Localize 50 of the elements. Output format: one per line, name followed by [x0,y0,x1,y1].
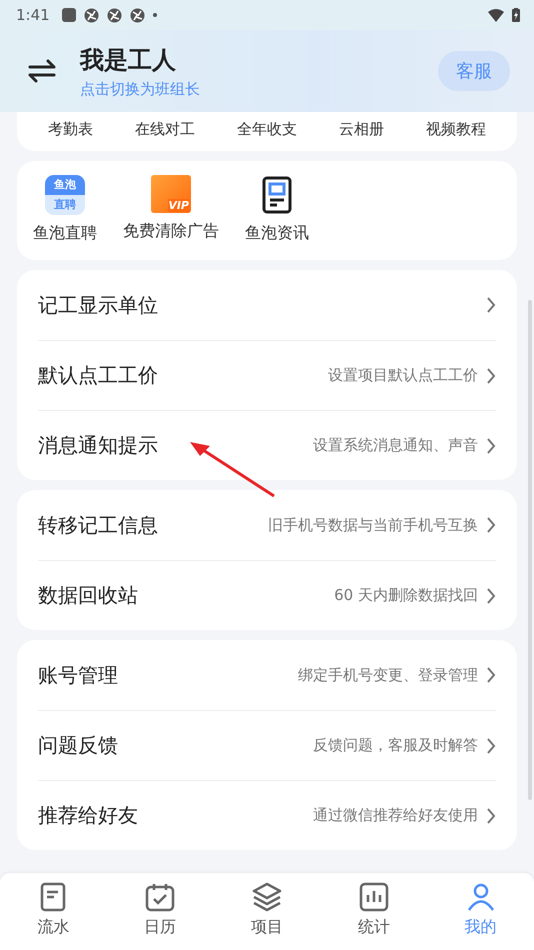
service-label[interactable]: 鱼泡直聘 [33,223,97,244]
calendar-icon [144,881,176,913]
aperture-icon [130,8,145,22]
chevron-right-icon [486,366,496,384]
setting-label[interactable]: 问题反馈 [38,732,118,759]
tab[interactable]: 项目 [244,873,289,950]
chevron-right-icon [486,666,496,684]
icon-text: 直聘 [53,197,77,213]
tool-label[interactable]: 云相册 [339,120,384,139]
setting-hint: 绑定手机号变更、登录管理 [298,666,478,684]
layers-icon [250,881,283,913]
chevron-right-icon [486,516,496,534]
page-title: 我是工人 [80,44,177,76]
chevron-right-icon [486,806,496,824]
dot-icon [152,13,157,17]
aperture-icon [106,8,122,22]
setting-label[interactable]: 默认点工工价 [38,362,158,389]
aperture-icon [84,8,99,22]
tab[interactable]: 统计 [352,873,396,950]
setting-label[interactable]: 数据回收站 [38,582,138,609]
setting-hint: 通过微信推荐给好友使用 [313,806,478,825]
setting-label[interactable]: 消息通知提示 [38,432,158,459]
chevron-right-icon [486,296,496,314]
service-label[interactable]: 鱼泡资讯 [245,223,309,244]
tool-label[interactable]: 视频教程 [426,120,486,139]
tab[interactable]: 日历 [138,873,182,950]
icon-text: 鱼泡 [45,175,85,195]
tab[interactable]: 流水 [31,873,76,950]
service-label[interactable]: 免费清除广告 [123,221,219,242]
battery-icon [512,8,520,22]
wifi-icon [488,8,504,22]
chevron-right-icon [486,436,496,454]
setting-hint: 设置系统消息通知、声音 [313,436,478,455]
status-time: 1:41 [16,6,50,24]
setting-hint: 60 天内删除数据找回 [334,586,478,605]
tool-label[interactable]: 考勤表 [48,120,93,139]
setting-label[interactable]: 账号管理 [38,662,118,688]
chevron-right-icon [486,736,496,754]
chart-icon [358,881,390,913]
tool-label[interactable]: 全年收支 [237,120,297,139]
setting-hint: 反馈问题，客服及时解答 [313,736,478,755]
icon-text: VIP [168,199,189,212]
tool-label[interactable]: 在线对工 [135,120,195,139]
chevron-right-icon [486,586,496,604]
setting-hint: 设置项目默认点工工价 [328,366,478,385]
setting-label[interactable]: 转移记工信息 [38,512,158,538]
notification-icon [62,8,76,22]
setting-hint: 旧手机号数据与当前手机号互换 [268,516,478,534]
setting-label[interactable]: 推荐给好友 [38,802,138,829]
setting-label[interactable]: 记工显示单位 [38,292,158,318]
